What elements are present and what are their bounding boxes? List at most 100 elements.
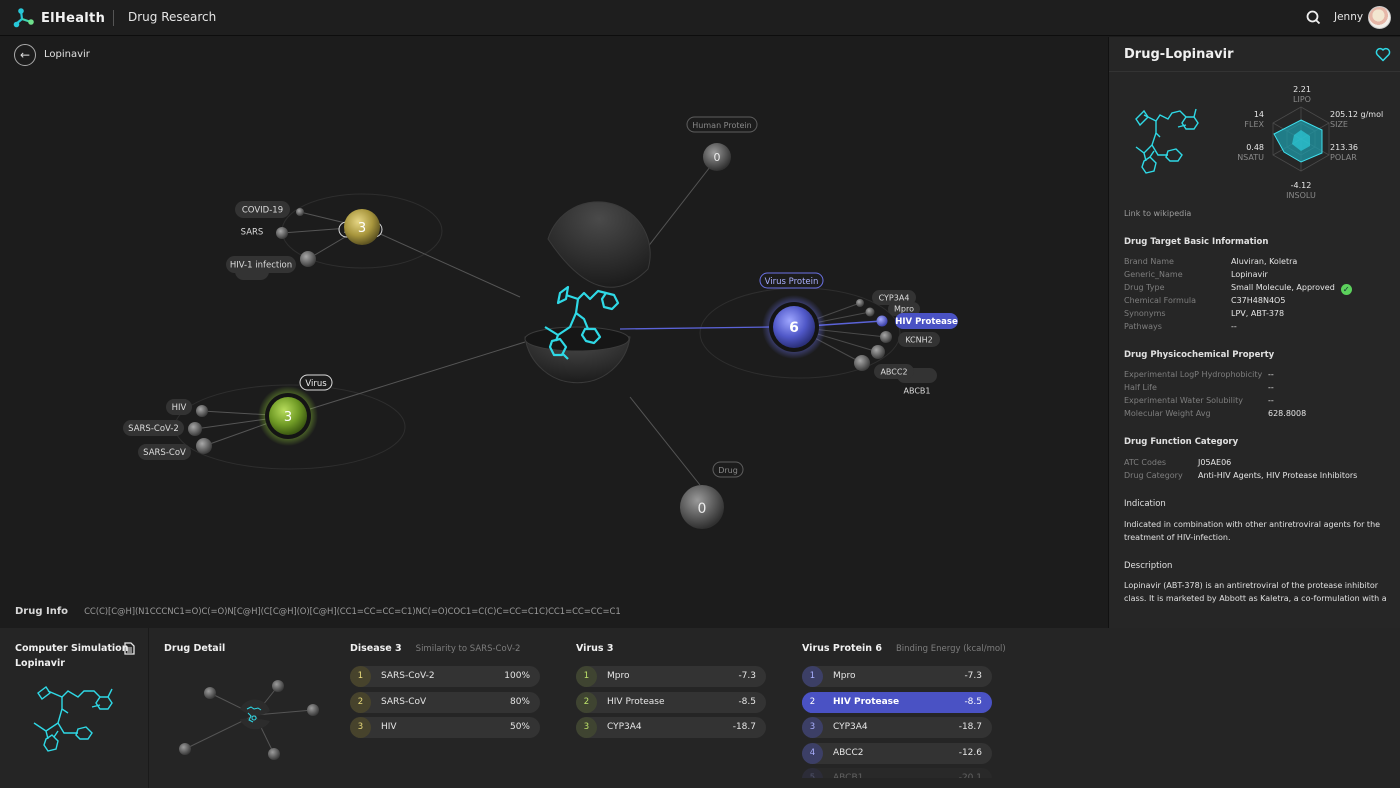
drug-detail-sidebar: Drug-Lopinavir 2.21 LIPO 205.12 g/mol SIZE… xyxy=(1108,37,1400,628)
virus-protein-row-selected[interactable]: 2 HIV Protease -8.5 xyxy=(802,691,992,713)
radar-label-flex: 14 FLEX xyxy=(1244,110,1264,129)
virus-protein-count: 6 xyxy=(789,320,799,336)
node-chip-label: HIV-1 infection xyxy=(230,261,292,271)
bottom-panel: Computer Simulation Lopinavir Drug Detai… xyxy=(0,628,1400,788)
node-chip-label: CYP3A4 xyxy=(879,294,910,303)
drug-count: 0 xyxy=(698,501,707,517)
simulation-molecule xyxy=(33,685,113,752)
drug-capsule[interactable] xyxy=(524,201,651,384)
heart-icon[interactable] xyxy=(1375,47,1391,62)
drug-detail-3d-preview[interactable] xyxy=(170,673,330,773)
virus-protein-leaf-node[interactable] xyxy=(865,307,875,317)
avatar[interactable] xyxy=(1368,6,1391,29)
node-chip-label: ABCB1 xyxy=(904,387,931,396)
node-chip-label: KCNH2 xyxy=(905,336,932,345)
brand[interactable]: ElHealth xyxy=(13,7,105,29)
virus-row[interactable]: 3 CYP3A4 -18.7 xyxy=(576,717,766,738)
edge-disease xyxy=(377,232,521,298)
molecule-structure-2d xyxy=(1135,108,1199,174)
user-name[interactable]: Jenny xyxy=(1334,11,1363,23)
virus-protein-leaf-node[interactable] xyxy=(871,345,885,359)
edge-human-protein xyxy=(639,166,711,258)
physchem-heading: Drug Physicochemical Property xyxy=(1124,350,1275,360)
section-title: Drug Research xyxy=(128,10,217,24)
virus-protein-leaf-node[interactable] xyxy=(854,355,870,371)
drug-detail-title: Drug Detail xyxy=(164,643,226,654)
virus-tag-label: Virus xyxy=(305,379,327,389)
network-graph[interactable]: Disease 3 COVID-19 SARS HIV-1 infection … xyxy=(0,37,1108,597)
virus-protein-row[interactable]: 5 ABCB1 -20.1 xyxy=(802,768,992,778)
simulation-drug-name: Lopinavir xyxy=(15,658,65,669)
search-icon[interactable] xyxy=(1306,10,1321,25)
disease-leaf-node[interactable] xyxy=(276,227,288,239)
basic-info-heading: Drug Target Basic Information xyxy=(1124,237,1269,247)
human-protein-count: 0 xyxy=(714,151,721,164)
virus-protein-list-subtitle: Binding Energy (kcal/mol) xyxy=(895,644,1006,654)
disease-row[interactable]: 2 SARS-CoV 80% xyxy=(350,691,540,713)
node-chip-label: Mpro xyxy=(894,305,914,314)
description-heading: Description xyxy=(1124,561,1173,571)
virus-row[interactable]: 1 Mpro -7.3 xyxy=(576,666,766,687)
drug-info-label: Drug Info xyxy=(15,606,69,617)
virus-protein-leaf-node[interactable] xyxy=(856,299,864,307)
radar-label-polar: 213.36 POLAR xyxy=(1330,143,1358,162)
virus-leaf-node[interactable] xyxy=(188,422,202,436)
sidebar-title: Drug-Lopinavir xyxy=(1124,47,1234,62)
edge-drug xyxy=(629,396,701,486)
disease-list: 1 SARS-CoV-2 100% 2 SARS-CoV 80% 3 HIV 50% xyxy=(350,666,540,743)
virus-protein-list[interactable]: 1 Mpro -7.3 2 HIV Protease -8.5 3 CYP3A4 -18.7… xyxy=(802,666,992,778)
node-chip-label: HIV xyxy=(172,403,187,413)
virus-protein-list-title: Virus Protein 6 Binding Energy (kcal/mol) xyxy=(802,643,1006,654)
virus-protein-leaf-node[interactable] xyxy=(880,331,892,343)
node-chip-label: ABCC2 xyxy=(880,368,907,377)
virus-cluster[interactable]: Virus 3 HIV SARS-CoV-2 SARS-CoV xyxy=(123,374,333,460)
edge-virus xyxy=(309,341,526,410)
indication-text: Indicated in combination with other anti… xyxy=(1124,520,1381,542)
wikipedia-link[interactable]: Link to wikipedia xyxy=(1124,209,1191,218)
panel-divider xyxy=(148,628,149,788)
disease-count: 3 xyxy=(358,221,366,236)
virus-count: 3 xyxy=(284,410,292,425)
node-chip-label: SARS xyxy=(241,228,264,238)
node-chip-label: SARS-CoV xyxy=(143,448,186,458)
approved-check-icon: ✓ xyxy=(1340,284,1352,295)
disease-leaf-node[interactable] xyxy=(300,251,316,267)
property-radar-chart: 2.21 LIPO 205.12 g/mol SIZE 213.36 POLAR -4… xyxy=(1234,82,1399,207)
virus-row[interactable]: 2 HIV Protease -8.5 xyxy=(576,691,766,713)
virus-list: 1 Mpro -7.3 2 HIV Protease -8.5 3 CYP3A4 -18.7 xyxy=(576,666,766,743)
description-text: Lopinavir (ABT-378) is an antiretroviral… xyxy=(1124,581,1387,603)
divider xyxy=(113,10,114,26)
brand-logo-icon xyxy=(13,8,34,28)
edge-virus-protein xyxy=(619,326,771,330)
node-chip-label: HIV Protease xyxy=(895,317,958,327)
virus-leaf-node[interactable] xyxy=(196,438,212,454)
graph-view: ← Lopinavir 3 COVID-19 SARS HIV-1 infect… xyxy=(0,37,1108,628)
disease-list-subtitle: Similarity to SARS-CoV-2 xyxy=(415,644,521,654)
virus-protein-row[interactable]: 3 CYP3A4 -18.7 xyxy=(802,717,992,738)
virus-protein-row[interactable]: 4 ABCC2 -12.6 xyxy=(802,742,992,764)
virus-protein-tag-label: Virus Protein xyxy=(765,277,819,287)
disease-row[interactable]: 3 HIV 50% xyxy=(350,717,540,738)
disease-leaf-node[interactable] xyxy=(296,208,304,216)
radar-label-size: 205.12 g/mol SIZE xyxy=(1330,110,1384,129)
human-protein-tag-label: Human Protein xyxy=(692,121,751,130)
document-icon[interactable] xyxy=(124,642,135,655)
node-chip-label: COVID-19 xyxy=(242,206,283,216)
simulation-title: Computer Simulation xyxy=(15,643,129,654)
disease-list-title: Disease 3 Similarity to SARS-CoV-2 xyxy=(350,643,521,654)
virus-list-title: Virus 3 xyxy=(576,643,614,654)
radar-label-lipo: 2.21 LIPO xyxy=(1293,85,1311,104)
disease-row[interactable]: 1 SARS-CoV-2 100% xyxy=(350,666,540,687)
radar-label-insolu: -4.12 INSOLU xyxy=(1286,181,1316,200)
radar-label-nsatu: 0.48 NSATU xyxy=(1237,143,1264,162)
virus-leaf-node[interactable] xyxy=(196,405,208,417)
drug-info-bar: Drug Info CC(C)[C@H](N1CCCNC1=O)C(=O)N[C… xyxy=(15,606,621,617)
indication-heading: Indication xyxy=(1124,499,1166,509)
sidebar-header: Drug-Lopinavir xyxy=(1109,37,1400,72)
drug-tag-label: Drug xyxy=(718,466,738,475)
virus-protein-row[interactable]: 1 Mpro -7.3 xyxy=(802,666,992,687)
node-chip-label: SARS-CoV-2 xyxy=(128,424,179,434)
function-heading: Drug Function Category xyxy=(1124,437,1239,447)
human-protein-cluster[interactable]: Human Protein 0 xyxy=(686,116,758,171)
virus-protein-leaf-node-selected[interactable] xyxy=(876,315,888,327)
